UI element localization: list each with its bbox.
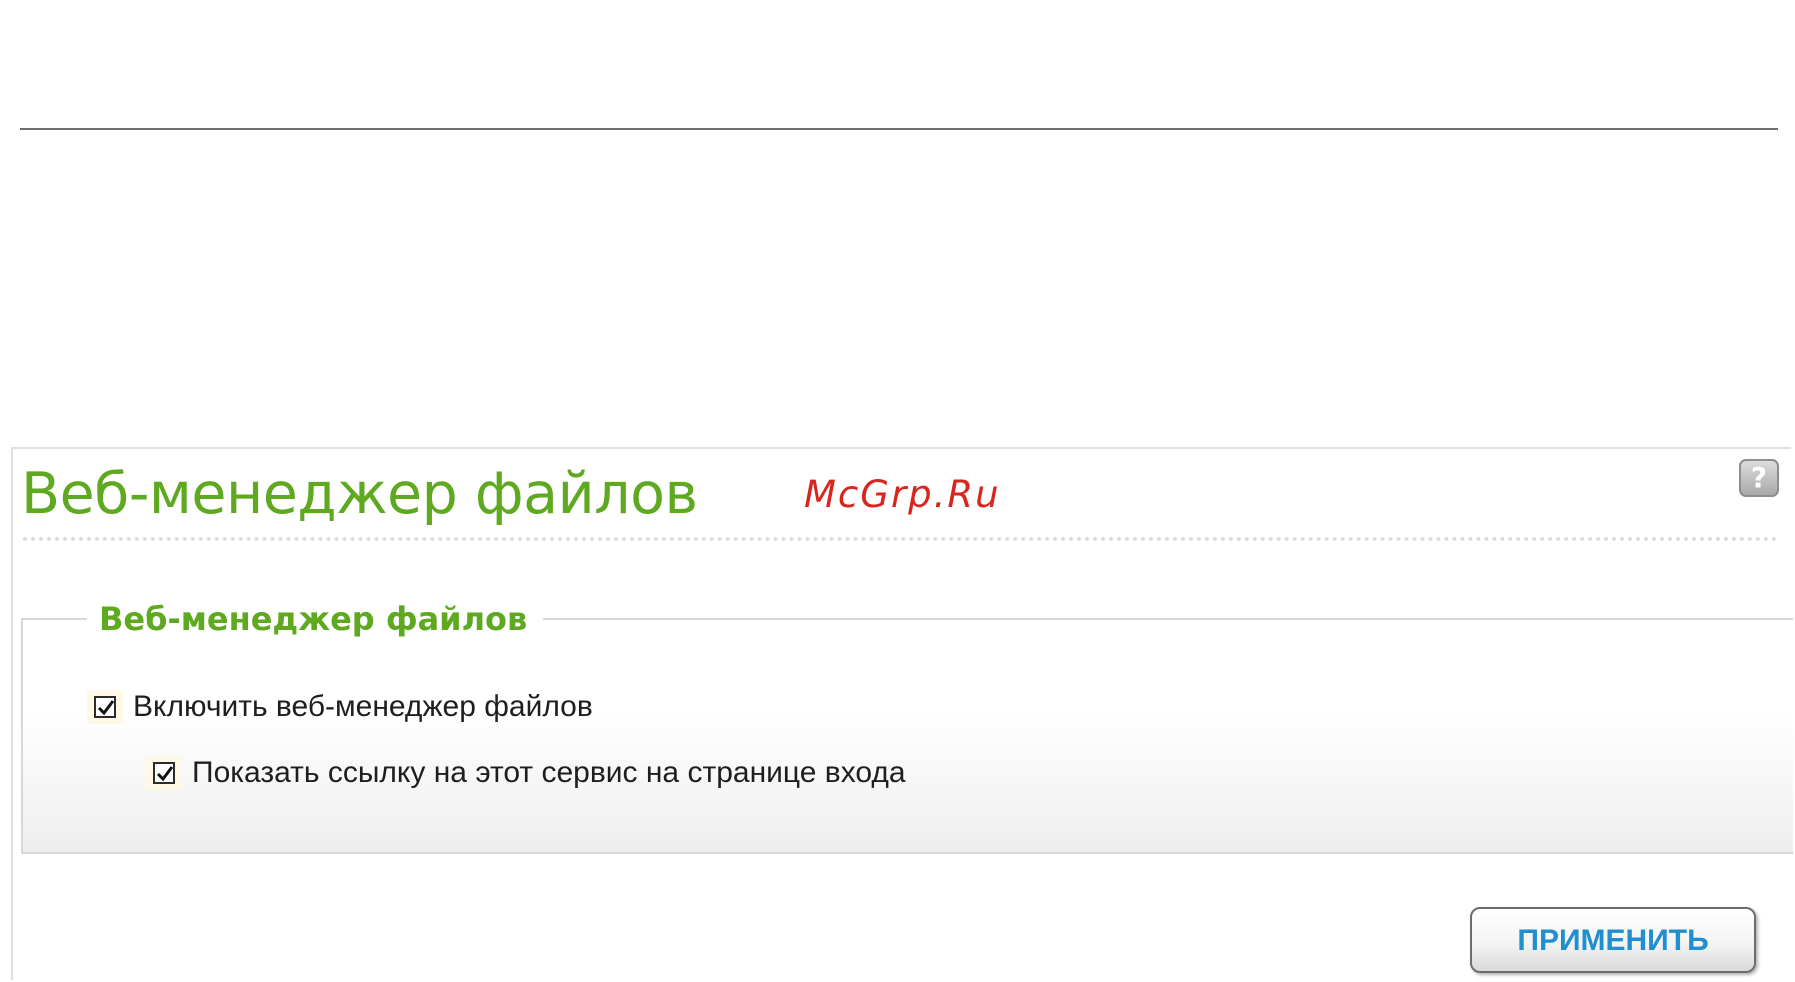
watermark: McGrp.Ru xyxy=(804,473,1001,516)
help-icon[interactable]: ? xyxy=(1739,459,1779,497)
checkbox-box xyxy=(153,762,175,784)
checkbox-box xyxy=(94,696,116,718)
checkmark-icon xyxy=(156,766,174,782)
top-divider xyxy=(20,128,1778,130)
enable-web-file-manager-checkbox[interactable] xyxy=(87,690,123,724)
page-title: Веб-менеджер файлов xyxy=(21,461,698,527)
fieldset-legend: Веб-менеджер файлов xyxy=(87,600,544,638)
show-login-link-label: Показать ссылку на этот сервис на страни… xyxy=(192,756,906,789)
show-login-link-option[interactable]: Показать ссылку на этот сервис на страни… xyxy=(146,756,906,790)
enable-web-file-manager-option[interactable]: Включить веб-менеджер файлов xyxy=(87,690,593,724)
enable-web-file-manager-label: Включить веб-менеджер файлов xyxy=(133,690,593,723)
title-divider xyxy=(23,537,1778,541)
web-file-manager-fieldset: Веб-менеджер файлов Включить веб-менедже… xyxy=(21,600,1793,854)
checkmark-icon xyxy=(97,700,115,716)
show-login-link-checkbox[interactable] xyxy=(146,756,182,790)
apply-button[interactable]: ПРИМЕНИТЬ xyxy=(1470,907,1756,973)
settings-panel: Веб-менеджер файлов McGrp.Ru ? Веб-менед… xyxy=(11,447,1793,980)
